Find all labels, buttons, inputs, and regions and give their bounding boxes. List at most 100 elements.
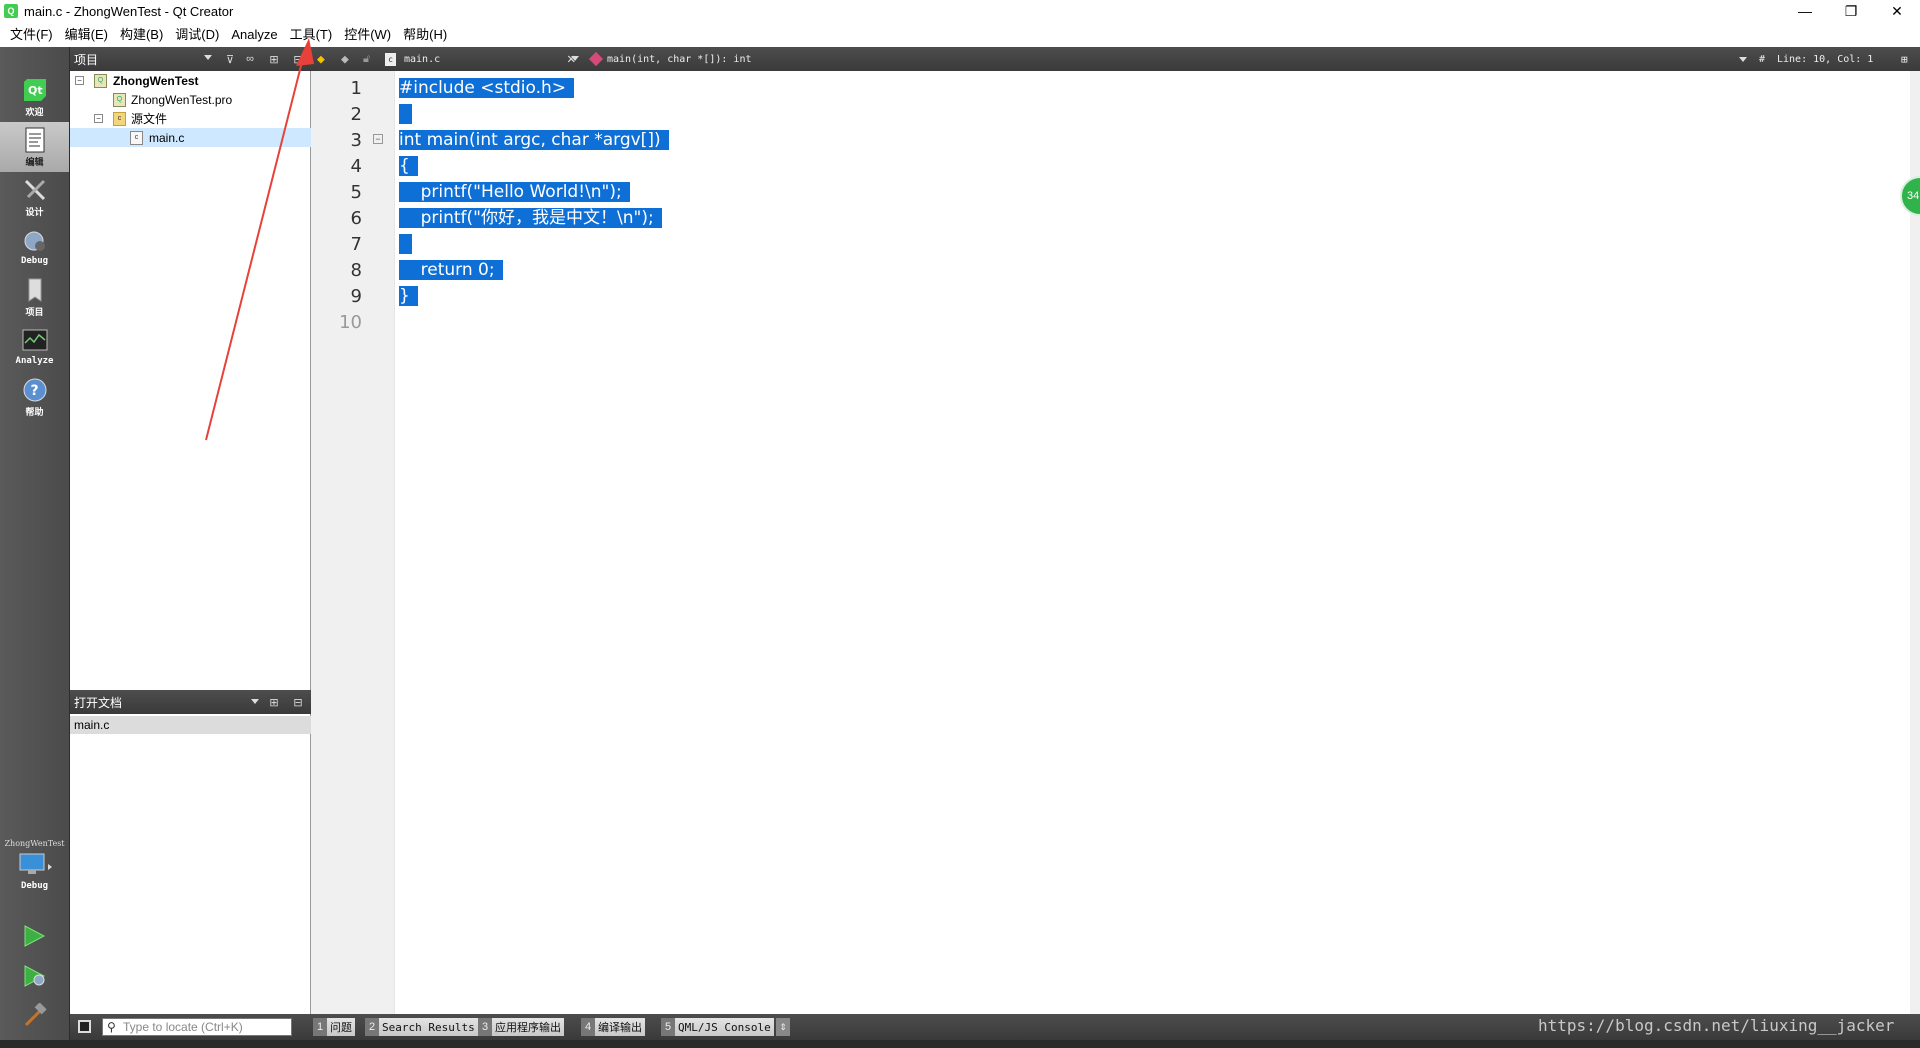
mode-analyze-label: Analyze [15,356,54,366]
filter-icon[interactable]: ⊽ [222,51,238,67]
menu-debug[interactable]: 调试(D) [169,22,225,47]
mode-welcome[interactable]: Qt 欢迎 [0,72,69,122]
pane-label: 编译输出 [595,1018,645,1036]
project-panel-header: 项目 ⊽ ∞ ⊞ ⊟ [70,47,311,71]
pane-search-results[interactable]: 2 Search Results [365,1018,478,1036]
tree-item-label: 源文件 [131,112,168,126]
line-number: 2 [350,104,362,125]
locator-input[interactable]: ⚲ Type to locate (Ctrl+K) [102,1018,292,1036]
open-documents-title[interactable]: 打开文档 [74,694,122,711]
menu-tools[interactable]: 工具(T) [284,22,339,47]
collapse-icon[interactable]: − [94,114,103,123]
tree-item-label: main.c [149,130,185,145]
code-line: return 0; [399,258,503,282]
build-button[interactable] [22,1002,48,1032]
line-number: 10 [339,312,362,333]
help-icon: ? [22,377,48,403]
line-number: 8 [350,260,362,281]
menu-controls[interactable]: 控件(W) [338,22,397,47]
debug-run-button[interactable] [22,964,48,991]
chevron-down-icon[interactable] [204,55,212,60]
menu-file[interactable]: 文件(F) [4,22,59,47]
pane-number: 2 [365,1018,379,1036]
menu-build[interactable]: 构建(B) [114,22,169,47]
pane-label: QML/JS Console [675,1018,774,1036]
monitor-icon [18,852,52,881]
minimize-button[interactable]: — [1782,0,1828,22]
window-controls: — ❐ ✕ [1782,0,1920,22]
menu-bar: 文件(F) 编辑(E) 构建(B) 调试(D) Analyze 工具(T) 控件… [0,22,1920,47]
tree-item-label: ZhongWenTest.pro [131,92,233,107]
fold-marker-icon[interactable]: − [373,134,383,144]
code-editor[interactable]: #include <stdio.h> int main(int argc, ch… [395,71,1910,1014]
close-document-icon[interactable]: ✕ [567,47,575,71]
tree-item-pro-file[interactable]: Q ZhongWenTest.pro [70,90,311,109]
tree-item-sources[interactable]: − c 源文件 [70,109,311,128]
chevron-down-icon[interactable] [251,699,259,704]
kit-config-label: Debug [20,881,49,891]
menu-help[interactable]: 帮助(H) [397,22,453,47]
kit-selector[interactable]: ZhongWenTest Debug [0,839,69,899]
close-pane-icon[interactable]: ⊟ [290,694,306,710]
tree-item-project[interactable]: − Q ZhongWenTest [70,71,311,90]
code-line [399,102,413,126]
split-icon[interactable]: ⊞ [266,51,282,67]
code-line: int main(int argc, char *argv[]) [399,128,669,152]
chevron-down-icon[interactable] [1739,57,1747,62]
debug-run-icon [22,964,48,991]
split-icon[interactable]: ⊞ [266,694,282,710]
line-number: 7 [350,234,362,255]
function-icon [588,51,604,67]
encoding-indicator[interactable]: # [1759,47,1765,71]
search-icon: ⚲ [107,1020,116,1034]
code-line [399,232,413,256]
restore-button[interactable]: ❐ [1828,0,1874,22]
sync-link-icon[interactable]: ∞ [242,51,258,67]
project-view-selector[interactable]: 项目 [74,51,98,68]
mode-edit-label: 编辑 [25,157,44,168]
kit-project-name: ZhongWenTest [4,839,65,848]
mode-debug[interactable]: Debug [0,222,69,272]
qt-app-icon: Q [4,4,18,18]
mode-design-label: 设计 [25,207,44,218]
forward-arrow-icon[interactable]: ◆ [341,47,349,71]
pane-compile-output[interactable]: 4 编译输出 [581,1018,645,1036]
symbol-selector[interactable]: main(int, char *[]): int [588,47,1591,71]
toggle-sidebar-icon[interactable] [78,1020,91,1033]
pane-label: 问题 [327,1018,355,1036]
run-button[interactable] [22,924,46,951]
mode-projects[interactable]: 项目 [0,272,69,322]
split-icon[interactable]: ⊞ [1901,47,1908,71]
code-line-text [399,234,413,254]
close-button[interactable]: ✕ [1874,0,1920,22]
pane-number: 3 [478,1018,492,1036]
line-number: 6 [350,208,362,229]
pane-menu-icon[interactable]: ⇕ [776,1018,790,1036]
debug-bug-icon [22,228,48,254]
mode-analyze[interactable]: Analyze [0,322,69,372]
open-document-item[interactable]: main.c [70,716,311,734]
close-pane-icon[interactable]: ⊟ [290,51,306,67]
menu-edit[interactable]: 编辑(E) [59,22,114,47]
pane-number: 5 [661,1018,675,1036]
code-line-text [399,104,413,124]
file-selector[interactable]: c main.c [385,47,581,71]
pane-application-output[interactable]: 3 应用程序输出 [478,1018,564,1036]
pane-number: 1 [313,1018,327,1036]
mode-help[interactable]: ? 帮助 [0,372,69,422]
mode-design[interactable]: 设计 [0,172,69,222]
pane-issues[interactable]: 1 问题 [313,1018,355,1036]
design-tools-icon [22,177,48,203]
menu-analyze[interactable]: Analyze [225,22,283,47]
tree-item-main-c[interactable]: c main.c [70,128,311,147]
code-line-text: return 0; [399,260,503,280]
cursor-position[interactable]: Line: 10, Col: 1 [1777,47,1873,71]
watermark: https://blog.csdn.net/liuxing__jacker [1538,1016,1895,1035]
mode-edit[interactable]: 编辑 [0,122,69,172]
code-line-text: int main(int argc, char *argv[]) [399,130,669,150]
collapse-icon[interactable]: − [75,76,84,85]
pane-qml-console[interactable]: 5 QML/JS Console [661,1018,774,1036]
mode-projects-label: 项目 [25,307,44,318]
current-symbol: main(int, char *[]): int [607,53,752,65]
back-arrow-icon[interactable]: ◆ [317,47,325,71]
